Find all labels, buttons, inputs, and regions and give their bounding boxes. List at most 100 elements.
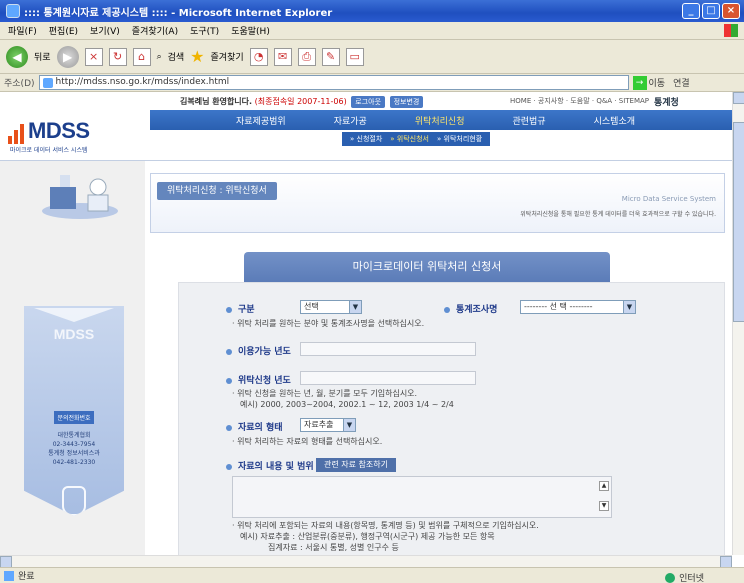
go-button[interactable]: 이동 <box>649 76 666 89</box>
close-button[interactable]: × <box>722 3 740 19</box>
division-select[interactable]: 선택 ▼ <box>300 300 362 314</box>
history-icon[interactable]: ◔ <box>249 47 268 66</box>
search-label[interactable]: 검색 <box>168 50 185 63</box>
favorites-icon[interactable]: ★ <box>190 47 204 66</box>
zone-text: 인터넷 <box>679 574 704 583</box>
bullet-icon <box>226 377 232 384</box>
data-type-label: 자료의 형태 <box>238 423 283 433</box>
contact-label: 문의전화번호 <box>54 411 94 424</box>
top-links[interactable]: HOME · 공지사항 · 도움말 · Q&A · SITEMAP <box>510 96 649 106</box>
contact-phone1: 02-3443-7954 <box>52 441 96 448</box>
scroll-up-icon[interactable]: ▲ <box>599 481 609 491</box>
division-hint: · 위탁 처리를 원하는 분야 및 통계조사명을 선택하십시오. <box>232 319 425 328</box>
available-year-row: 이용가능 년도 <box>226 344 291 357</box>
menu-edit[interactable]: 편집(E) <box>49 24 78 37</box>
data-type-select-value: 자료추출 <box>304 420 334 429</box>
go-icon[interactable]: → <box>632 75 647 90</box>
survey-select[interactable]: -------- 선 택 -------- ▼ <box>520 300 636 314</box>
nav-system-intro[interactable]: 시스템소개 <box>594 114 635 127</box>
survey-label: 통계조사명 <box>456 305 498 315</box>
available-year-field <box>300 342 476 356</box>
content-textarea[interactable]: ▲ ▼ <box>232 476 612 518</box>
request-year-example: 예시) 2000, 2003~2004, 2002.1 ~ 12, 2003 1… <box>240 400 454 409</box>
scroll-up-icon[interactable] <box>733 92 744 104</box>
menu-tools[interactable]: 도구(T) <box>190 24 219 37</box>
stop-icon[interactable]: × <box>84 47 103 66</box>
address-input[interactable]: http://mdss.nso.go.kr/mdss/index.html <box>38 75 629 90</box>
logout-button[interactable]: 로그아웃 <box>351 96 386 108</box>
left-sidebar: MDSS 문의전화번호 대한통계협회 02-3443-7954 통계청 정보서비… <box>0 161 145 555</box>
menu-file[interactable]: 파일(F) <box>8 24 37 37</box>
welcome-text: 김복례님 환영합니다. <box>180 97 253 106</box>
bullet-icon <box>226 348 232 355</box>
available-year-label: 이용가능 년도 <box>238 347 291 357</box>
minimize-button[interactable]: _ <box>682 3 700 19</box>
menu-help[interactable]: 도움말(H) <box>231 24 270 37</box>
mail-icon[interactable]: ✉ <box>273 47 292 66</box>
division-select-value: 선택 <box>304 302 319 311</box>
survey-row: 통계조사명 <box>444 302 497 315</box>
page-banner: 위탁처리신청 : 위탁신청서 Micro Data Service System… <box>150 173 725 233</box>
request-year-label: 위탁신청 년도 <box>238 376 291 386</box>
sidebar-mdss: MDSS <box>53 326 95 342</box>
back-icon[interactable]: ◀ <box>6 45 28 68</box>
folder-icon[interactable]: ▭ <box>345 47 364 66</box>
scroll-thumb[interactable] <box>733 122 744 322</box>
reference-data-button[interactable]: 관련 자료 참조하기 <box>316 458 396 472</box>
subnav-procedure[interactable]: » 신청절차 <box>350 134 382 144</box>
content-label: 자료의 내용 및 범위 <box>238 462 314 472</box>
chevron-down-icon: ▼ <box>349 301 361 313</box>
contact-org2: 통계청 정보서비스과 <box>48 450 100 457</box>
contact-phone2: 042-481-2330 <box>52 459 96 466</box>
links-button[interactable]: 연결 <box>673 76 690 89</box>
page-title: 위탁처리신청 : 위탁신청서 <box>157 182 277 200</box>
mdss-logo[interactable]: MDSS <box>8 118 90 144</box>
vertical-scrollbar[interactable] <box>732 92 744 555</box>
search-icon[interactable]: ⌕ <box>157 52 162 62</box>
home-icon[interactable]: ⌂ <box>132 47 151 66</box>
scroll-down-icon[interactable]: ▼ <box>599 501 609 511</box>
request-year-input[interactable] <box>300 371 476 385</box>
sub-nav: » 신청절차 » 위탁신청서 » 위탁처리현황 <box>342 132 491 146</box>
nav-data-processing[interactable]: 자료가공 <box>334 114 367 127</box>
logo-text: MDSS <box>28 118 90 143</box>
edit-icon[interactable]: ✎ <box>321 47 340 66</box>
bullet-icon <box>226 306 232 313</box>
subnav-status[interactable]: » 위탁처리현황 <box>437 134 482 144</box>
subnav-application[interactable]: » 위탁신청서 <box>390 134 429 144</box>
print-icon[interactable]: ⎙ <box>297 47 316 66</box>
main-nav: 자료제공범위 자료가공 위탁처리신청 관련법규 시스템소개 <box>150 110 732 130</box>
request-year-row: 위탁신청 년도 <box>226 373 291 386</box>
bullet-icon <box>226 424 232 431</box>
menu-favorites[interactable]: 즐겨찾기(A) <box>132 24 178 37</box>
user-bar: 김복례님 환영합니다. (최종접속일 2007-11-06) 로그아웃 정보변경 <box>180 96 424 108</box>
nav-related-law[interactable]: 관련법규 <box>513 114 546 127</box>
content-example1: 예시) 자료추출 : 산업분류(중분류), 행정구역(시군구) 제공 가능한 모… <box>240 532 495 541</box>
horizontal-scrollbar[interactable] <box>0 555 732 568</box>
sidebar-illustration-icon <box>42 175 118 219</box>
sidebar-shield: MDSS 문의전화번호 대한통계협회 02-3443-7954 통계청 정보서비… <box>24 306 124 516</box>
address-label: 주소(D) <box>4 79 35 89</box>
maximize-button[interactable]: □ <box>702 3 720 19</box>
favorites-label[interactable]: 즐겨찾기 <box>211 50 244 63</box>
ie-icon <box>6 4 20 18</box>
back-label[interactable]: 뒤로 <box>34 50 51 63</box>
data-type-select[interactable]: 자료추출 ▼ <box>300 418 356 432</box>
bullet-icon <box>444 306 450 313</box>
edit-info-button[interactable]: 정보변경 <box>389 96 424 108</box>
status-bar: 완료 인터넷 <box>0 567 744 583</box>
data-type-hint: · 위탁 처리하는 자료의 형태를 선택하십시오. <box>232 437 383 446</box>
banner-subtitle: Micro Data Service System <box>621 195 716 203</box>
status-text: 완료 <box>18 572 35 582</box>
forward-icon[interactable]: ▶ <box>56 45 79 68</box>
hand-icon <box>62 486 86 516</box>
window-titlebar: :::: 통계원시자료 제공시스템 :::: - Microsoft Inter… <box>0 0 744 22</box>
nav-consign-request[interactable]: 위탁처리신청 <box>415 114 465 127</box>
request-year-hint: · 위탁 신청을 원하는 년, 월, 분기를 모두 기입하십시오. <box>232 389 418 398</box>
menu-view[interactable]: 보기(V) <box>90 24 120 37</box>
refresh-icon[interactable]: ↻ <box>108 47 127 66</box>
nav-data-scope[interactable]: 자료제공범위 <box>236 114 286 127</box>
banner-description: 위탁처리신청을 통해 필요한 통계 데이터를 더욱 효과적으로 구할 수 있습니… <box>520 211 716 218</box>
statistics-korea-logo[interactable]: 통계청 <box>654 95 679 108</box>
contact-org1: 대한통계협회 <box>57 432 91 439</box>
